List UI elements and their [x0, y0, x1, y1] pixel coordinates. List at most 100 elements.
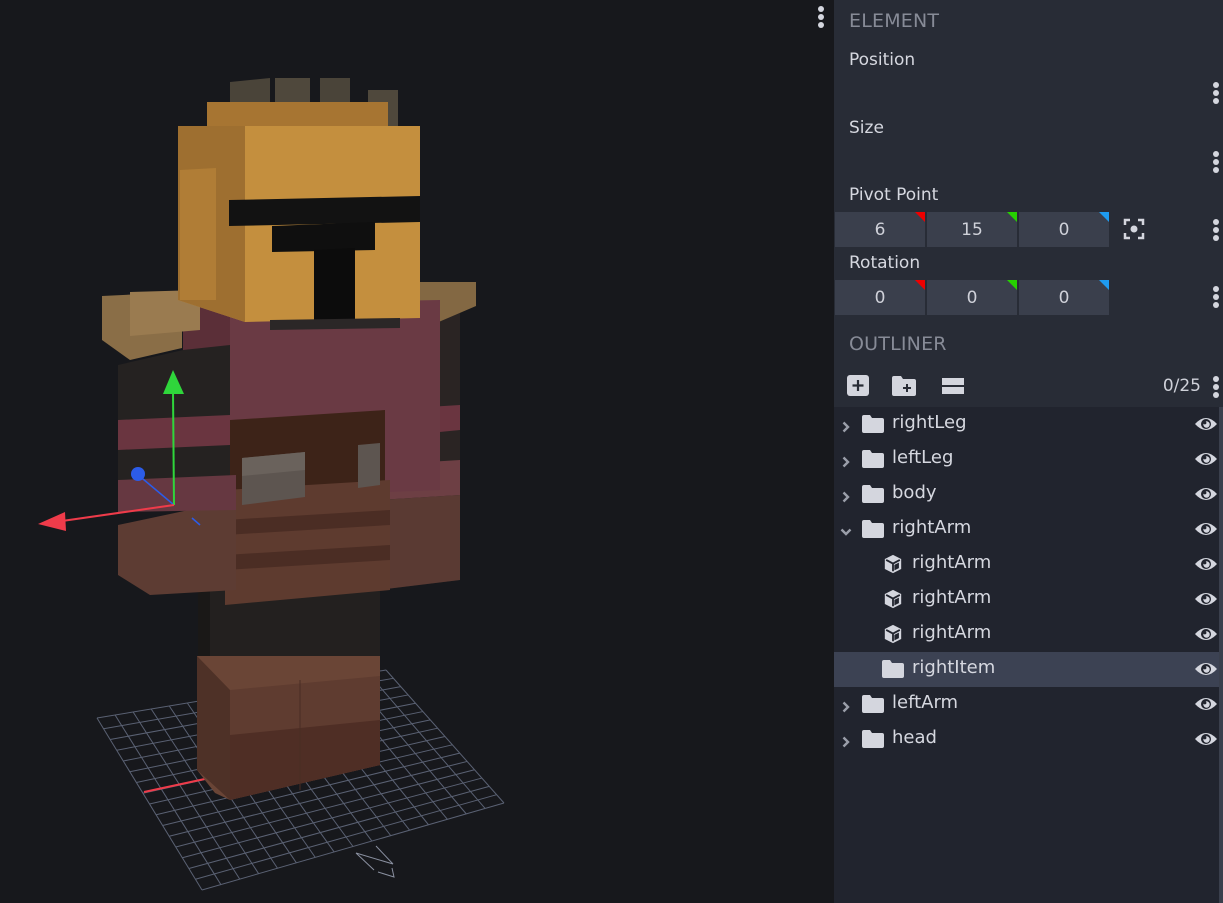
visibility-eye-icon[interactable] — [1194, 485, 1218, 503]
rotation-menu-button[interactable] — [1211, 286, 1221, 308]
visibility-eye-icon[interactable] — [1194, 730, 1218, 748]
size-label: Size — [849, 118, 884, 138]
outliner-item-rightleg[interactable]: rightLeg — [834, 407, 1219, 442]
z-axis-marker — [1099, 212, 1109, 222]
y-axis-marker — [1007, 212, 1017, 222]
visibility-eye-icon[interactable] — [1194, 660, 1218, 678]
visibility-eye-icon[interactable] — [1194, 590, 1218, 608]
kebab-vertical-icon — [1213, 151, 1219, 157]
position-menu-button[interactable] — [1211, 82, 1221, 104]
model-scene[interactable] — [0, 0, 834, 903]
pivot-point-inputs: 6 15 0 — [835, 212, 1109, 247]
folder-icon — [862, 415, 884, 433]
chevron-right-icon[interactable] — [840, 453, 852, 468]
outliner-item-rightarm[interactable]: rightArm — [834, 582, 1219, 617]
outliner-item-rightarm[interactable]: rightArm — [834, 547, 1219, 582]
north-indicator-icon — [355, 845, 395, 878]
chevron-right-icon[interactable] — [840, 488, 852, 503]
cube-icon — [882, 554, 904, 574]
outliner-item-label: rightArm — [892, 517, 972, 538]
rotation-inputs: 0 0 0 — [835, 280, 1109, 315]
outliner-item-label: leftArm — [892, 692, 959, 713]
pivot-menu-button[interactable] — [1211, 219, 1221, 241]
blockbench-app: ELEMENT Position Size Pivot Point 6 15 0… — [0, 0, 1223, 903]
grid-line — [385, 669, 505, 804]
visibility-eye-icon[interactable] — [1194, 695, 1218, 713]
pivot-z-input[interactable]: 0 — [1019, 212, 1109, 247]
cube-icon — [882, 624, 904, 644]
chevron-down-icon[interactable] — [840, 523, 852, 536]
folder-icon — [862, 520, 884, 538]
visibility-eye-icon[interactable] — [1194, 625, 1218, 643]
visibility-eye-icon[interactable] — [1194, 520, 1218, 538]
outliner-item-rightarm[interactable]: rightArm — [834, 617, 1219, 652]
outliner-item-label: rightLeg — [892, 412, 967, 433]
chevron-right-icon[interactable] — [840, 733, 852, 748]
kebab-vertical-icon — [1213, 219, 1219, 225]
viewport-menu-button[interactable] — [814, 4, 828, 30]
outliner-item-leftleg[interactable]: leftLeg — [834, 442, 1219, 477]
belt-buckle-right — [358, 443, 380, 488]
gizmo-y-axis — [172, 391, 175, 506]
kebab-vertical-icon — [818, 6, 824, 12]
element-panel-title: ELEMENT — [849, 10, 940, 32]
outliner-item-label: rightArm — [912, 552, 992, 573]
position-label: Position — [849, 50, 916, 70]
pivot-y-input[interactable]: 15 — [927, 212, 1017, 247]
pivot-point-label: Pivot Point — [849, 185, 939, 205]
folder-icon — [862, 450, 884, 468]
kebab-vertical-icon — [1213, 376, 1219, 382]
outliner-tree[interactable]: rightLeg leftLeg body rightArm rightArm right… — [834, 407, 1223, 903]
folder-icon — [862, 730, 884, 748]
rotation-x-input[interactable]: 0 — [835, 280, 925, 315]
size-menu-button[interactable] — [1211, 151, 1221, 173]
visibility-eye-icon[interactable] — [1194, 415, 1218, 433]
y-axis-marker — [1007, 280, 1017, 290]
collapse-all-icon[interactable] — [941, 375, 965, 397]
gizmo-z-handle — [131, 467, 145, 481]
3d-viewport[interactable] — [0, 0, 834, 903]
outliner-item-leftarm[interactable]: leftArm — [834, 687, 1219, 722]
x-axis-marker — [915, 212, 925, 222]
chevron-right-icon[interactable] — [840, 418, 852, 433]
gizmo-x-handle — [38, 512, 66, 531]
outliner-item-label: rightItem — [912, 657, 996, 678]
grid-line — [367, 672, 486, 809]
kebab-vertical-icon — [1213, 286, 1219, 292]
visor-slit — [229, 196, 420, 226]
rotation-z-input[interactable]: 0 — [1019, 280, 1109, 315]
cube-icon — [882, 589, 904, 609]
helmet-head[interactable] — [178, 78, 420, 330]
folder-icon — [862, 485, 884, 503]
visibility-eye-icon[interactable] — [1194, 555, 1218, 573]
outliner-item-label: rightArm — [912, 587, 992, 608]
legs[interactable] — [197, 578, 380, 800]
outliner-scrollbar[interactable] — [1219, 407, 1223, 903]
side-panel: ELEMENT Position Size Pivot Point 6 15 0… — [834, 0, 1223, 903]
rotation-y-input[interactable]: 0 — [927, 280, 1017, 315]
grid-line — [195, 794, 497, 880]
chevron-right-icon[interactable] — [840, 698, 852, 713]
outliner-item-label: body — [892, 482, 937, 503]
z-axis-marker — [1099, 280, 1109, 290]
outliner-item-head[interactable]: head — [834, 722, 1219, 757]
add-folder-icon[interactable] — [892, 375, 916, 397]
kebab-vertical-icon — [1213, 82, 1219, 88]
outliner-item-rightarm[interactable]: rightArm — [834, 512, 1219, 547]
x-axis-marker — [915, 280, 925, 290]
outliner-selection-count: 0/25 — [1162, 376, 1201, 396]
visibility-eye-icon[interactable] — [1194, 450, 1218, 468]
outliner-item-label: head — [892, 727, 937, 748]
rotation-label: Rotation — [849, 253, 921, 273]
center-pivot-icon[interactable] — [1122, 217, 1146, 241]
outliner-item-rightitem[interactable]: rightItem — [834, 652, 1219, 687]
outliner-menu-button[interactable] — [1211, 376, 1221, 398]
outliner-item-label: leftLeg — [892, 447, 954, 468]
add-cube-icon[interactable] — [846, 375, 870, 397]
folder-icon — [882, 660, 904, 678]
folder-icon — [862, 695, 884, 713]
outliner-panel-title: OUTLINER — [849, 333, 947, 355]
outliner-item-label: rightArm — [912, 622, 992, 643]
pivot-x-input[interactable]: 6 — [835, 212, 925, 247]
outliner-item-body[interactable]: body — [834, 477, 1219, 512]
